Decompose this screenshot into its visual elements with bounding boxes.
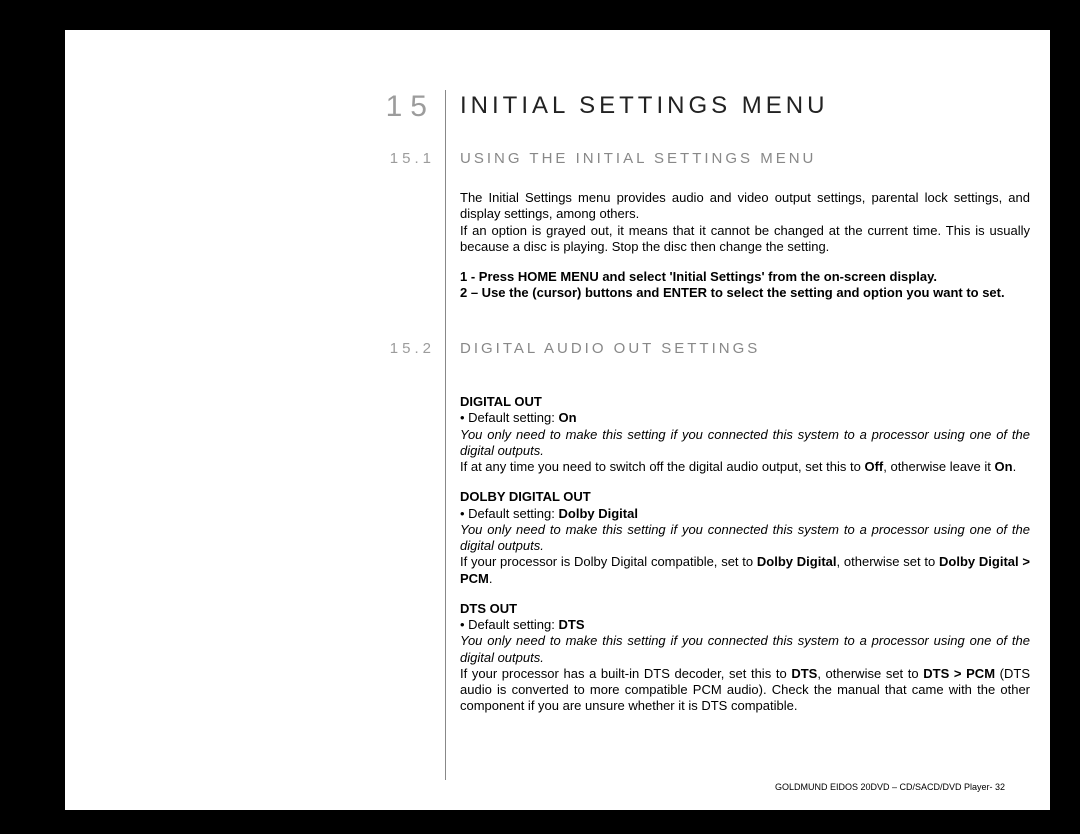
note: You only need to make this setting if yo… — [460, 522, 1030, 555]
setting-heading: DTS OUT — [460, 601, 1030, 617]
text: If your processor has a built-in DTS dec… — [460, 666, 791, 681]
text: , otherwise set to — [817, 666, 923, 681]
default-setting: • Default setting: Dolby Digital — [460, 506, 1030, 522]
section-title: DIGITAL AUDIO OUT SETTINGS — [460, 340, 760, 357]
chapter-number: 15 — [386, 90, 435, 123]
description: If your processor is Dolby Digital compa… — [460, 554, 1030, 587]
setting-heading: DIGITAL OUT — [460, 394, 1030, 410]
page-footer: GOLDMUND EIDOS 20DVD – CD/SACD/DVD Playe… — [775, 782, 1005, 792]
value-off: Off — [864, 459, 883, 474]
text: If at any time you need to switch off th… — [460, 459, 864, 474]
default-setting: • Default setting: On — [460, 410, 1030, 426]
value-dts-pcm: DTS > PCM — [923, 666, 995, 681]
description: If your processor has a built-in DTS dec… — [460, 666, 1030, 715]
chapter-title-cell: INITIAL SETTINGS MENU — [460, 92, 1030, 120]
section-title-cell: USING THE INITIAL SETTINGS MENU — [460, 150, 1030, 168]
text: . — [489, 571, 493, 586]
note: You only need to make this setting if yo… — [460, 427, 1030, 460]
text: , otherwise set to — [837, 554, 940, 569]
setting-heading: DOLBY DIGITAL OUT — [460, 489, 1030, 505]
description: If at any time you need to switch off th… — [460, 459, 1030, 475]
text: . — [1013, 459, 1017, 474]
note: You only need to make this setting if yo… — [460, 633, 1030, 666]
section-title-cell: DIGITAL AUDIO OUT SETTINGS — [460, 340, 1030, 358]
chapter-title: INITIAL SETTINGS MENU — [460, 92, 828, 119]
section-number: 15.2 — [390, 340, 435, 357]
section-number-cell: 15.2 — [65, 340, 435, 358]
default-label: • Default setting: — [460, 410, 559, 425]
section-body: DIGITAL OUT • Default setting: On You on… — [460, 380, 1030, 715]
default-value: On — [559, 410, 577, 425]
default-label: • Default setting: — [460, 617, 559, 632]
section-number-cell: 15.1 — [65, 150, 435, 168]
chapter-number-cell: 15 — [65, 90, 435, 124]
paragraph: The Initial Settings menu provides audio… — [460, 190, 1030, 223]
section-title: USING THE INITIAL SETTINGS MENU — [460, 150, 816, 167]
value-dts: DTS — [791, 666, 817, 681]
value-dolby: Dolby Digital — [757, 554, 837, 569]
vertical-divider — [445, 90, 446, 780]
default-setting: • Default setting: DTS — [460, 617, 1030, 633]
document-page: 15 INITIAL SETTINGS MENU 15.1 USING THE … — [65, 30, 1050, 810]
text: , otherwise leave it — [883, 459, 994, 474]
text: If your processor is Dolby Digital compa… — [460, 554, 757, 569]
default-value: Dolby Digital — [559, 506, 638, 521]
paragraph: If an option is grayed out, it means tha… — [460, 223, 1030, 256]
step: 1 - Press HOME MENU and select 'Initial … — [460, 269, 1030, 285]
section-body: The Initial Settings menu provides audio… — [460, 190, 1030, 302]
default-value: DTS — [559, 617, 585, 632]
section-number: 15.1 — [390, 150, 435, 167]
step: 2 – Use the (cursor) buttons and ENTER t… — [460, 285, 1030, 301]
default-label: • Default setting: — [460, 506, 559, 521]
value-on: On — [995, 459, 1013, 474]
